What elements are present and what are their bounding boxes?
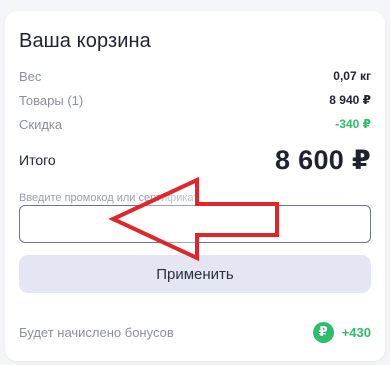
total-row: Итого 8 600 ₽ [19, 145, 371, 175]
bonus-label: Будет начислено бонусов [19, 324, 174, 340]
cart-summary-card: Ваша корзина Вес 0,07 кг Товары (1) 8 94… [5, 11, 385, 361]
bonus-amount: ₽ +430 [312, 321, 371, 343]
discount-row: Скидка -340 ₽ [19, 115, 371, 133]
weight-label: Вес [19, 68, 42, 84]
discount-value: -340 ₽ [335, 117, 371, 131]
weight-value: 0,07 кг [333, 69, 371, 83]
discount-label: Скидка [19, 116, 63, 132]
items-value: 8 940 ₽ [329, 93, 371, 107]
bonus-row: Будет начислено бонусов ₽ +430 [19, 320, 371, 344]
bonus-value: +430 [341, 324, 371, 340]
items-row: Товары (1) 8 940 ₽ [19, 91, 371, 109]
total-value: 8 600 ₽ [275, 144, 371, 175]
promo-code-input[interactable] [19, 205, 371, 243]
ruble-coin-icon: ₽ [312, 321, 334, 343]
weight-row: Вес 0,07 кг [19, 67, 371, 85]
apply-promo-button[interactable]: Применить [19, 255, 371, 293]
promo-field-label: Введите промокод или сертификат [19, 192, 199, 204]
total-label: Итого [19, 152, 56, 168]
items-label: Товары (1) [19, 92, 84, 108]
cart-title: Ваша корзина [19, 30, 151, 52]
